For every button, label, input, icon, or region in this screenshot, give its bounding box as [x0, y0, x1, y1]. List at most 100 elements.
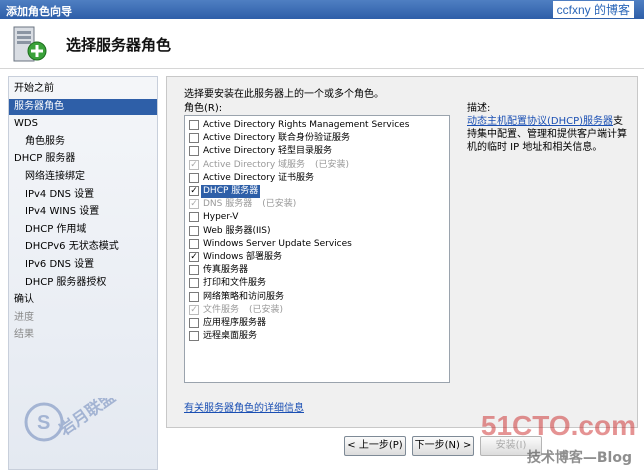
page-title: 选择服务器角色 [66, 36, 172, 54]
role-item[interactable]: Hyper-V [189, 211, 447, 224]
role-name-text: DHCP 服务器 [203, 186, 259, 196]
role-checkbox[interactable]: ✓ [189, 186, 199, 196]
watermark-logo: S 岩月联盟 [24, 398, 119, 442]
role-name: Active Directory 域服务 (已安装) [203, 159, 349, 172]
role-checkbox[interactable] [189, 146, 199, 157]
role-name: Windows Server Update Services [203, 238, 352, 251]
role-checkbox[interactable]: ✓ [189, 159, 199, 170]
role-checkbox[interactable] [189, 291, 199, 302]
role-name: DHCP 服务器 [201, 185, 261, 198]
role-name-text: Active Directory 域服务 [203, 159, 306, 170]
role-name-text: Active Directory 联合身份验证服务 [203, 133, 351, 144]
role-name: Active Directory 证书服务 [203, 172, 314, 185]
role-item[interactable]: Web 服务器(IIS) [189, 225, 447, 238]
role-item[interactable]: ✓ Active Directory 域服务 (已安装) [189, 159, 447, 172]
roles-list[interactable]: Active Directory Rights Management Servi… [184, 115, 450, 383]
role-name-text: 文件服务 [203, 304, 240, 315]
role-name-text: 应用程序服务器 [203, 318, 267, 328]
watermark-logo-text: 岩月联盟 [55, 398, 119, 440]
role-selection-panel: 选择要安装在此服务器上的一个或多个角色。 角色(R): 描述: Active D… [166, 76, 638, 428]
nav-item[interactable]: WDS [9, 116, 157, 132]
next-button[interactable]: 下一步(N) > [412, 436, 474, 456]
watermark-blog: 技术博客—Blog [526, 450, 632, 466]
nav-item[interactable]: 开始之前 [9, 81, 157, 97]
role-item[interactable]: 远程桌面服务 [189, 330, 447, 343]
role-name-text: Windows Server Update Services [203, 238, 352, 249]
role-name: 文件服务 (已安装) [203, 304, 283, 317]
nav-item[interactable]: IPv4 DNS 设置 [9, 187, 157, 203]
nav-item[interactable]: IPv6 DNS 设置 [9, 257, 157, 273]
nav-item[interactable]: 结果 [9, 327, 157, 343]
role-name-text: Active Directory Rights Management Servi… [203, 120, 410, 130]
more-info-link[interactable]: 有关服务器角色的详细信息 [184, 399, 304, 414]
nav-item[interactable]: 进度 [9, 310, 157, 326]
role-checkbox[interactable]: ✓ [189, 304, 199, 315]
role-installed-note: (已安装) [249, 304, 284, 315]
role-name-text: 远程桌面服务 [203, 331, 258, 342]
instruction-text: 选择要安装在此服务器上的一个或多个角色。 [184, 89, 384, 100]
role-item[interactable]: 网络策略和访问服务 [189, 291, 447, 304]
nav-item[interactable]: 网络连接绑定 [9, 169, 157, 185]
role-item[interactable]: Active Directory 证书服务 [189, 172, 447, 185]
role-name: Web 服务器(IIS) [203, 225, 271, 238]
nav-item[interactable]: DHCPv6 无状态模式 [9, 239, 157, 255]
role-name: Active Directory 联合身份验证服务 [203, 132, 350, 145]
role-name: Hyper-V [203, 211, 238, 224]
role-name: Active Directory 轻型目录服务 [203, 145, 332, 158]
svg-text:S: S [37, 412, 50, 434]
role-checkbox[interactable] [189, 172, 199, 183]
role-name: 网络策略和访问服务 [203, 291, 284, 304]
role-item[interactable]: ✓ DNS 服务器 (已安装) [189, 198, 447, 211]
role-installed-note: (已安装) [315, 159, 350, 170]
window-title: 添加角色向导 [0, 0, 644, 19]
role-name-text: DNS 服务器 [203, 199, 253, 210]
role-checkbox[interactable]: ✓ [189, 252, 199, 262]
role-item[interactable]: Active Directory Rights Management Servi… [189, 119, 447, 132]
role-checkbox[interactable] [189, 225, 199, 236]
role-checkbox[interactable] [189, 265, 199, 276]
role-item[interactable]: 传真服务器 [189, 264, 447, 277]
role-item[interactable]: Windows Server Update Services [189, 238, 447, 251]
nav-item[interactable]: DHCP 服务器授权 [9, 275, 157, 291]
role-item[interactable]: ✓ 文件服务 (已安装) [189, 304, 447, 317]
nav-item[interactable]: 确认 [9, 292, 157, 308]
role-name-text: Active Directory 轻型目录服务 [203, 146, 333, 157]
role-item[interactable]: 打印和文件服务 [189, 277, 447, 290]
nav-item[interactable]: DHCP 服务器 [9, 151, 157, 167]
server-role-icon [13, 26, 47, 62]
role-name: 打印和文件服务 [203, 277, 266, 290]
role-checkbox[interactable] [189, 238, 199, 249]
role-name: 远程桌面服务 [203, 330, 257, 343]
role-name-text: Active Directory 证书服务 [203, 172, 315, 183]
nav-item[interactable]: DHCP 作用域 [9, 222, 157, 238]
role-item[interactable]: ✓ DHCP 服务器 [189, 185, 447, 198]
role-checkbox[interactable] [189, 212, 199, 223]
watermark-author: ccfxny 的博客 [552, 1, 634, 18]
nav-item[interactable]: 角色服务 [9, 134, 157, 150]
role-item[interactable]: Active Directory 联合身份验证服务 [189, 132, 447, 145]
role-checkbox[interactable] [189, 133, 199, 144]
role-name-text: Web 服务器(IIS) [203, 225, 271, 236]
role-item[interactable]: Active Directory 轻型目录服务 [189, 145, 447, 158]
role-checkbox[interactable] [189, 331, 199, 342]
nav-item[interactable]: IPv4 WINS 设置 [9, 204, 157, 220]
role-item[interactable]: 应用程序服务器 [189, 317, 447, 330]
role-name-text: 打印和文件服务 [203, 278, 267, 289]
description-link[interactable]: 动态主机配置协议(DHCP)服务器 [467, 116, 613, 127]
role-checkbox[interactable]: ✓ [189, 199, 199, 210]
role-checkbox[interactable] [189, 120, 199, 130]
role-name: 传真服务器 [203, 264, 248, 277]
roles-label: 角色(R): [184, 103, 223, 114]
role-name-text: 网络策略和访问服务 [203, 291, 285, 302]
role-name: Windows 部署服务 [203, 251, 282, 264]
role-name: Active Directory Rights Management Servi… [203, 119, 409, 132]
role-checkbox[interactable] [189, 278, 199, 289]
role-name-text: 传真服务器 [203, 265, 249, 276]
nav-item[interactable]: 服务器角色 [9, 98, 157, 115]
role-checkbox[interactable] [189, 318, 199, 328]
wizard-header: 选择服务器角色 [0, 19, 644, 69]
role-name-text: Windows 部署服务 [203, 252, 283, 262]
role-item[interactable]: ✓ Windows 部署服务 [189, 251, 447, 264]
prev-button[interactable]: < 上一步(P) [344, 436, 406, 456]
description-label: 描述: [467, 103, 491, 114]
